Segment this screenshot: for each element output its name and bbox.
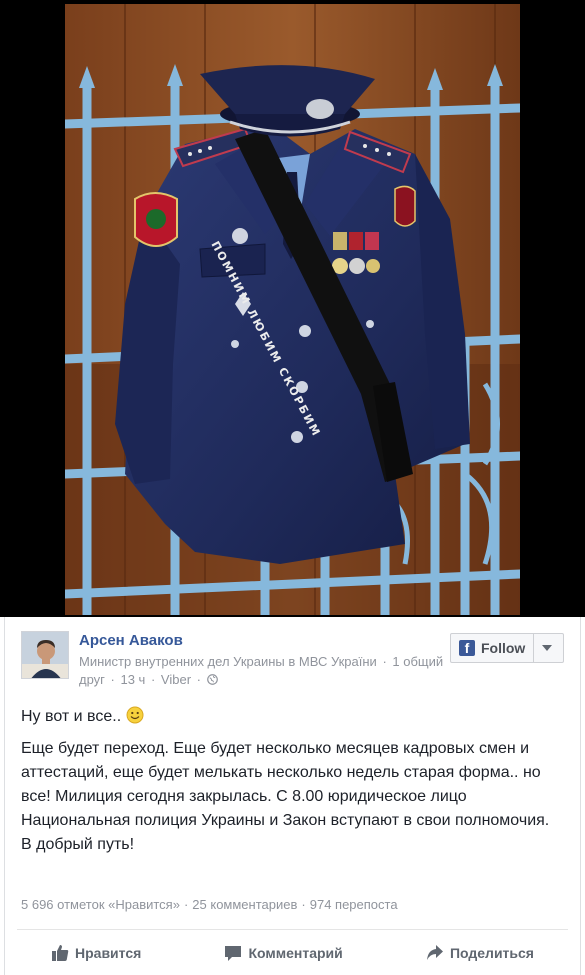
post-paragraph: Еще будет переход. Еще будет несколько м… <box>21 740 550 829</box>
follow-main[interactable]: f Follow <box>451 634 535 662</box>
post-meta: Министр внутренних дел Украины в МВС Укр… <box>79 654 444 687</box>
author-block: Арсен Аваков Министр внутренних дел Укра… <box>79 631 459 689</box>
post-closing: В добрый путь! <box>21 836 135 853</box>
post-body: Ну вот и все.. Еще будет переход. Еще бу… <box>21 705 566 857</box>
comment-button[interactable]: Комментарий <box>224 935 343 971</box>
uniform-photo[interactable]: ПОМНИМ ЛЮБИМ СКОРБИМ <box>65 4 520 615</box>
comments-count[interactable]: 25 комментариев <box>192 897 297 912</box>
chevron-down-icon <box>542 645 553 651</box>
post-opening: Ну вот и все.. <box>21 708 122 725</box>
comment-icon <box>225 946 242 961</box>
action-bar: Нравится Комментарий Поделиться <box>17 935 568 971</box>
shares-count[interactable]: 974 перепоста <box>310 897 398 912</box>
avatar[interactable] <box>21 631 69 679</box>
post-source: Viber <box>160 672 192 687</box>
share-button[interactable]: Поделиться <box>426 935 534 971</box>
likes-count[interactable]: 5 696 отметок «Нравится» <box>21 897 180 912</box>
facebook-f-icon: f <box>459 640 475 656</box>
post-card: Арсен Аваков Министр внутренних дел Укра… <box>4 617 581 975</box>
globe-icon <box>206 674 218 685</box>
post-line1: Ну вот и все.. <box>21 705 566 729</box>
follow-label: Follow <box>481 640 526 656</box>
like-button[interactable]: Нравится <box>51 935 141 971</box>
post-time[interactable]: 13 ч <box>120 672 145 687</box>
like-label: Нравится <box>75 945 142 961</box>
smiley-icon <box>126 706 144 724</box>
uniform-illustration <box>65 4 520 615</box>
share-arrow-icon <box>426 945 443 960</box>
comment-label: Комментарий <box>248 945 343 961</box>
divider <box>17 929 568 930</box>
follow-dropdown[interactable] <box>534 634 560 662</box>
thumbs-up-icon <box>52 945 69 961</box>
photo-frame: ПОМНИМ ЛЮБИМ СКОРБИМ <box>0 0 585 617</box>
person-avatar-icon <box>22 632 68 678</box>
author-name[interactable]: Арсен Аваков <box>79 631 459 651</box>
share-label: Поделиться <box>449 945 534 961</box>
author-role[interactable]: Министр внутренних дел Украины в МВС Укр… <box>79 654 377 669</box>
follow-button[interactable]: f Follow <box>450 633 564 663</box>
post-header: Арсен Аваков Министр внутренних дел Укра… <box>21 631 568 691</box>
post-stats: 5 696 отметок «Нравится» · 25 комментариев… <box>21 897 398 912</box>
